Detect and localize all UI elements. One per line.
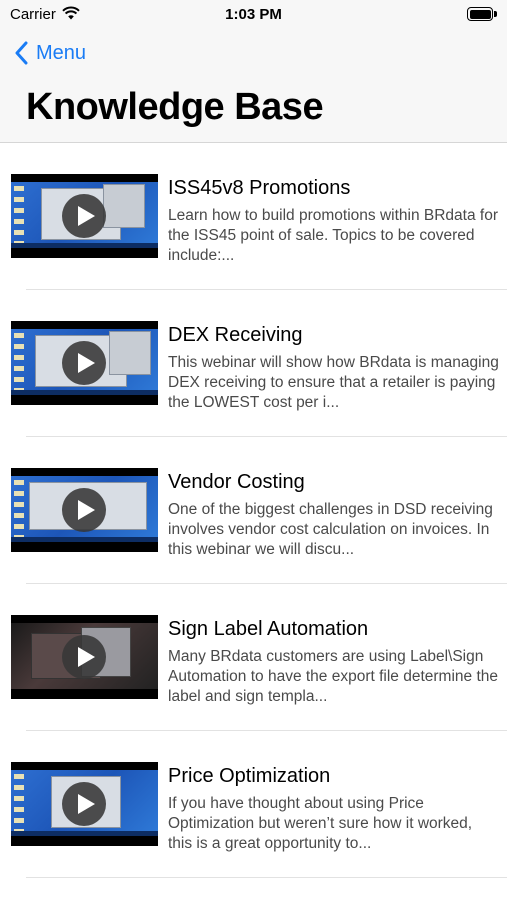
navigation-bar: Menu Knowledge Base: [0, 28, 507, 143]
play-icon[interactable]: [62, 194, 106, 238]
video-thumbnail[interactable]: [11, 615, 158, 699]
video-thumbnail[interactable]: [11, 321, 158, 405]
video-description: One of the biggest challenges in DSD rec…: [168, 501, 493, 558]
video-description: If you have thought about using Price Op…: [168, 795, 473, 852]
list-item[interactable]: Price Optimization If you have thought a…: [0, 731, 507, 878]
list-item[interactable]: DEX Receiving This webinar will show how…: [0, 290, 507, 437]
video-description: Learn how to build promotions within BRd…: [168, 207, 498, 264]
chevron-left-icon: [15, 41, 28, 65]
list-item[interactable]: ISS45v8 Promotions Learn how to build pr…: [0, 143, 507, 290]
video-title: ISS45v8 Promotions: [168, 177, 351, 199]
play-icon[interactable]: [62, 782, 106, 826]
play-icon[interactable]: [62, 635, 106, 679]
play-icon[interactable]: [62, 341, 106, 385]
clock: 1:03 PM: [225, 6, 282, 23]
list-item[interactable]: Sign Label Automation Many BRdata custom…: [0, 584, 507, 731]
video-title: Price Optimization: [168, 765, 331, 787]
video-title: DEX Receiving: [168, 324, 303, 346]
list-item[interactable]: Vendor Costing One of the biggest challe…: [0, 437, 507, 584]
video-list: ISS45v8 Promotions Learn how to build pr…: [0, 143, 507, 878]
video-description: Many BRdata customers are using Label\Si…: [168, 648, 499, 705]
video-description: This webinar will show how BRdata is man…: [168, 354, 499, 411]
video-thumbnail[interactable]: [11, 468, 158, 552]
back-button-label: Menu: [36, 41, 87, 64]
battery-icon: [467, 7, 497, 21]
video-title: Vendor Costing: [168, 471, 305, 493]
video-title: Sign Label Automation: [168, 618, 369, 640]
page-title: Knowledge Base: [26, 86, 324, 128]
video-thumbnail[interactable]: [11, 762, 158, 846]
back-button[interactable]: Menu: [14, 40, 86, 66]
video-thumbnail[interactable]: [11, 174, 158, 258]
play-icon[interactable]: [62, 488, 106, 532]
status-bar: Carrier 1:03 PM: [0, 0, 507, 28]
